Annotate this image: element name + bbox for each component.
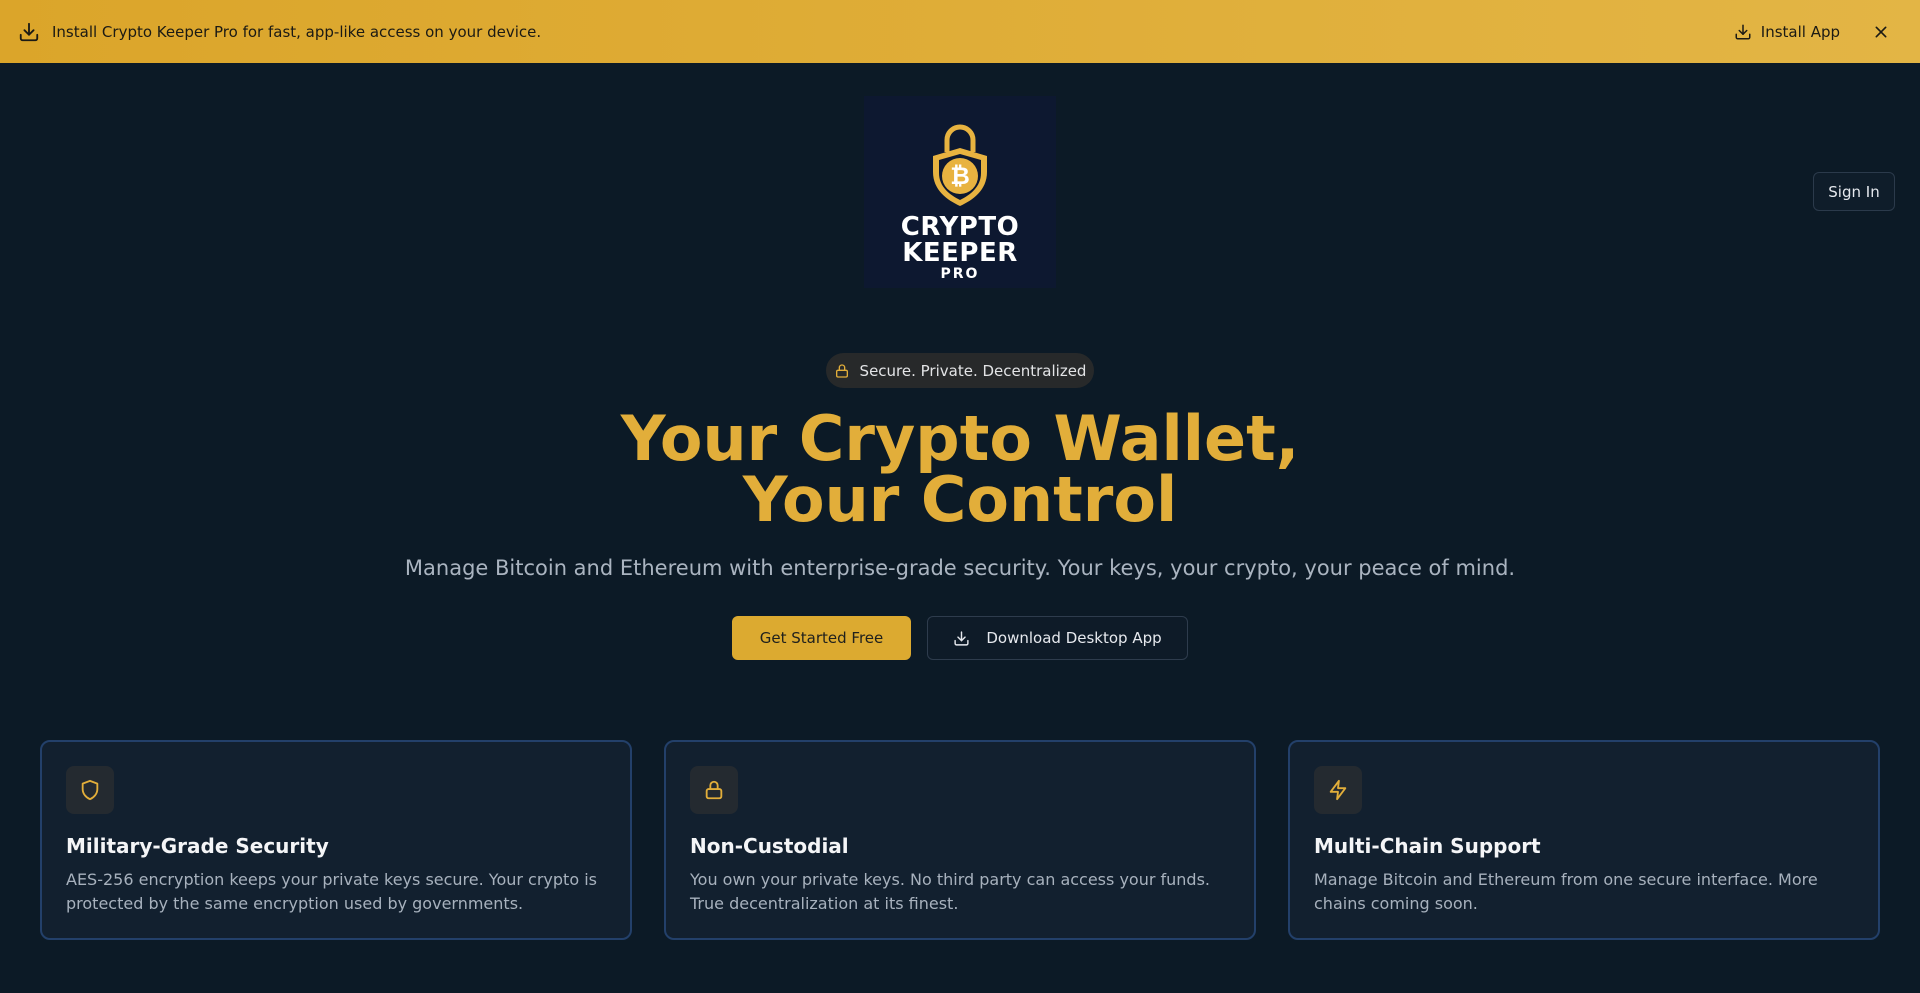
feature-description: You own your private keys. No third part… [690, 870, 1210, 913]
svg-text:₿: ₿ [950, 162, 970, 190]
lock-icon [835, 363, 848, 378]
feature-title: Non-Custodial [690, 834, 849, 858]
feature-description: AES-256 encryption keeps your private ke… [66, 870, 597, 913]
install-app-label: Install App [1760, 22, 1840, 41]
security-badge: Secure. Private. Decentralized [826, 353, 1094, 388]
feature-card-multi-chain: Multi-Chain Support Manage Bitcoin and E… [1288, 740, 1880, 940]
feature-title: Multi-Chain Support [1314, 834, 1541, 858]
close-icon [1875, 26, 1887, 37]
get-started-button[interactable]: Get Started Free [732, 616, 911, 660]
download-desktop-button[interactable]: Download Desktop App [927, 616, 1188, 660]
feature-icon-box [1314, 766, 1362, 814]
feature-icon-box [690, 766, 738, 814]
lightning-icon [1329, 779, 1347, 801]
hero-title: Your Crypto Wallet, Your Control [0, 402, 1920, 536]
hero-title-line-2: Your Control [742, 463, 1178, 536]
download-icon [18, 21, 40, 43]
download-desktop-label: Download Desktop App [986, 629, 1162, 647]
install-banner: Install Crypto Keeper Pro for fast, app-… [0, 0, 1920, 63]
feature-title: Military-Grade Security [66, 834, 329, 858]
feature-description: Manage Bitcoin and Ethereum from one sec… [1314, 870, 1818, 913]
lock-icon [705, 780, 723, 800]
badge-text: Secure. Private. Decentralized [859, 361, 1087, 380]
logo-line-1: CRYPTO [900, 212, 1020, 242]
hero-subtitle: Manage Bitcoin and Ethereum with enterpr… [404, 556, 1516, 580]
shield-icon [81, 779, 99, 801]
hero-title-line-1: Your Crypto Wallet, [620, 402, 1300, 475]
logo-line-2: KEEPER [902, 238, 1018, 268]
sign-in-button[interactable]: Sign In [1813, 172, 1895, 211]
logo-line-3: PRO [940, 266, 980, 282]
bitcoin-shield-lock-icon: ₿ [933, 124, 987, 206]
brand-logo: ₿ CRYPTO KEEPER PRO [864, 96, 1056, 288]
feature-icon-box [66, 766, 114, 814]
banner-message: Install Crypto Keeper Pro for fast, app-… [52, 22, 542, 41]
install-app-button[interactable]: Install App [1734, 23, 1840, 41]
download-icon [1735, 24, 1751, 39]
feature-card-non-custodial: Non-Custodial You own your private keys.… [664, 740, 1256, 940]
feature-card-security: Military-Grade Security AES-256 encrypti… [40, 740, 632, 940]
close-banner-button[interactable] [1870, 21, 1892, 43]
download-icon [954, 630, 969, 646]
